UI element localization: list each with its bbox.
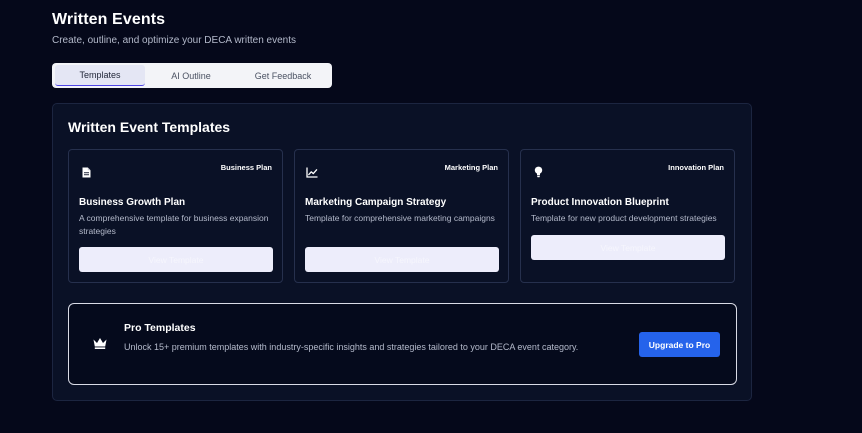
page-subtitle: Create, outline, and optimize your DECA … — [52, 35, 297, 46]
pro-title: Pro Templates — [124, 322, 196, 334]
upgrade-to-pro-button[interactable]: Upgrade to Pro — [639, 332, 720, 357]
pro-templates-banner: Pro Templates Unlock 15+ premium templat… — [68, 303, 737, 385]
tab-templates[interactable]: Templates — [55, 65, 145, 86]
tab-ai-outline[interactable]: AI Outline — [145, 65, 237, 86]
written-events-page: Written Events Create, outline, and opti… — [0, 0, 862, 433]
card-category: Innovation Plan — [668, 163, 724, 172]
view-template-button[interactable]: View Template — [305, 247, 499, 272]
pro-description: Unlock 15+ premium templates with indust… — [124, 342, 579, 352]
document-icon — [79, 165, 93, 179]
template-card-business-growth: Business Plan Business Growth Plan A com… — [68, 149, 283, 283]
templates-panel: Written Event Templates Business Plan Bu… — [52, 103, 752, 401]
view-template-button[interactable]: View Template — [79, 247, 273, 272]
template-card-marketing-campaign: Marketing Plan Marketing Campaign Strate… — [294, 149, 509, 283]
page-title: Written Events — [52, 11, 166, 28]
card-title: Product Innovation Blueprint — [531, 197, 669, 208]
card-title: Business Growth Plan — [79, 197, 186, 208]
card-description: A comprehensive template for business ex… — [79, 213, 269, 236]
card-category: Marketing Plan — [444, 163, 498, 172]
tab-get-feedback[interactable]: Get Feedback — [237, 65, 329, 86]
card-title: Marketing Campaign Strategy — [305, 197, 447, 208]
panel-title: Written Event Templates — [68, 119, 231, 135]
card-category: Business Plan — [220, 163, 272, 172]
view-template-button[interactable]: View Template — [531, 235, 725, 260]
line-chart-icon — [305, 165, 319, 179]
card-description: Template for new product development str… — [531, 213, 717, 223]
tab-bar: Templates AI Outline Get Feedback — [52, 63, 332, 88]
card-description: Template for comprehensive marketing cam… — [305, 213, 495, 223]
crown-icon — [92, 336, 108, 350]
lightbulb-icon — [531, 165, 545, 179]
template-card-product-innovation: Innovation Plan Product Innovation Bluep… — [520, 149, 735, 283]
